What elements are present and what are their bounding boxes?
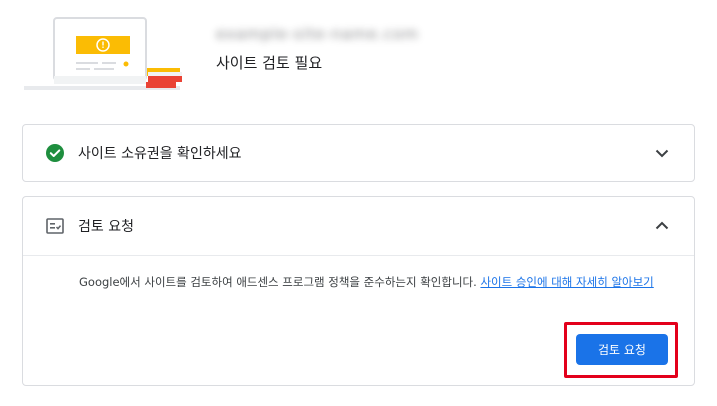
verify-ownership-card[interactable]: 사이트 소유권을 확인하세요 bbox=[22, 124, 695, 182]
learn-more-link[interactable]: 사이트 승인에 대해 자세히 알아보기 bbox=[480, 275, 653, 289]
chevron-up-icon[interactable] bbox=[652, 216, 672, 236]
request-review-header[interactable]: 검토 요청 bbox=[23, 197, 694, 256]
request-review-title: 검토 요청 bbox=[78, 219, 134, 235]
site-warning-illustration bbox=[24, 17, 182, 90]
verify-ownership-header[interactable]: 사이트 소유권을 확인하세요 bbox=[23, 125, 694, 181]
check-circle-icon bbox=[45, 143, 65, 163]
verify-ownership-title: 사이트 소유권을 확인하세요 bbox=[78, 146, 242, 162]
site-review-page: example-site-name.com 사이트 검토 필요 사이트 소유권을… bbox=[0, 0, 717, 406]
review-description: Google에서 사이트를 검토하여 애드센스 프로그램 정책을 준수하는지 확… bbox=[79, 274, 669, 291]
request-review-button[interactable]: 검토 요청 bbox=[576, 334, 668, 365]
site-name-text: example-site-name.com bbox=[216, 25, 419, 43]
review-checklist-icon bbox=[45, 216, 65, 236]
review-description-text: Google에서 사이트를 검토하여 애드센스 프로그램 정책을 준수하는지 확… bbox=[79, 275, 477, 289]
request-review-body: Google에서 사이트를 검토하여 애드센스 프로그램 정책을 준수하는지 확… bbox=[23, 256, 694, 291]
site-status-text: 사이트 검토 필요 bbox=[216, 54, 323, 72]
site-name: example-site-name.com bbox=[216, 22, 418, 46]
chevron-down-icon[interactable] bbox=[652, 143, 672, 163]
